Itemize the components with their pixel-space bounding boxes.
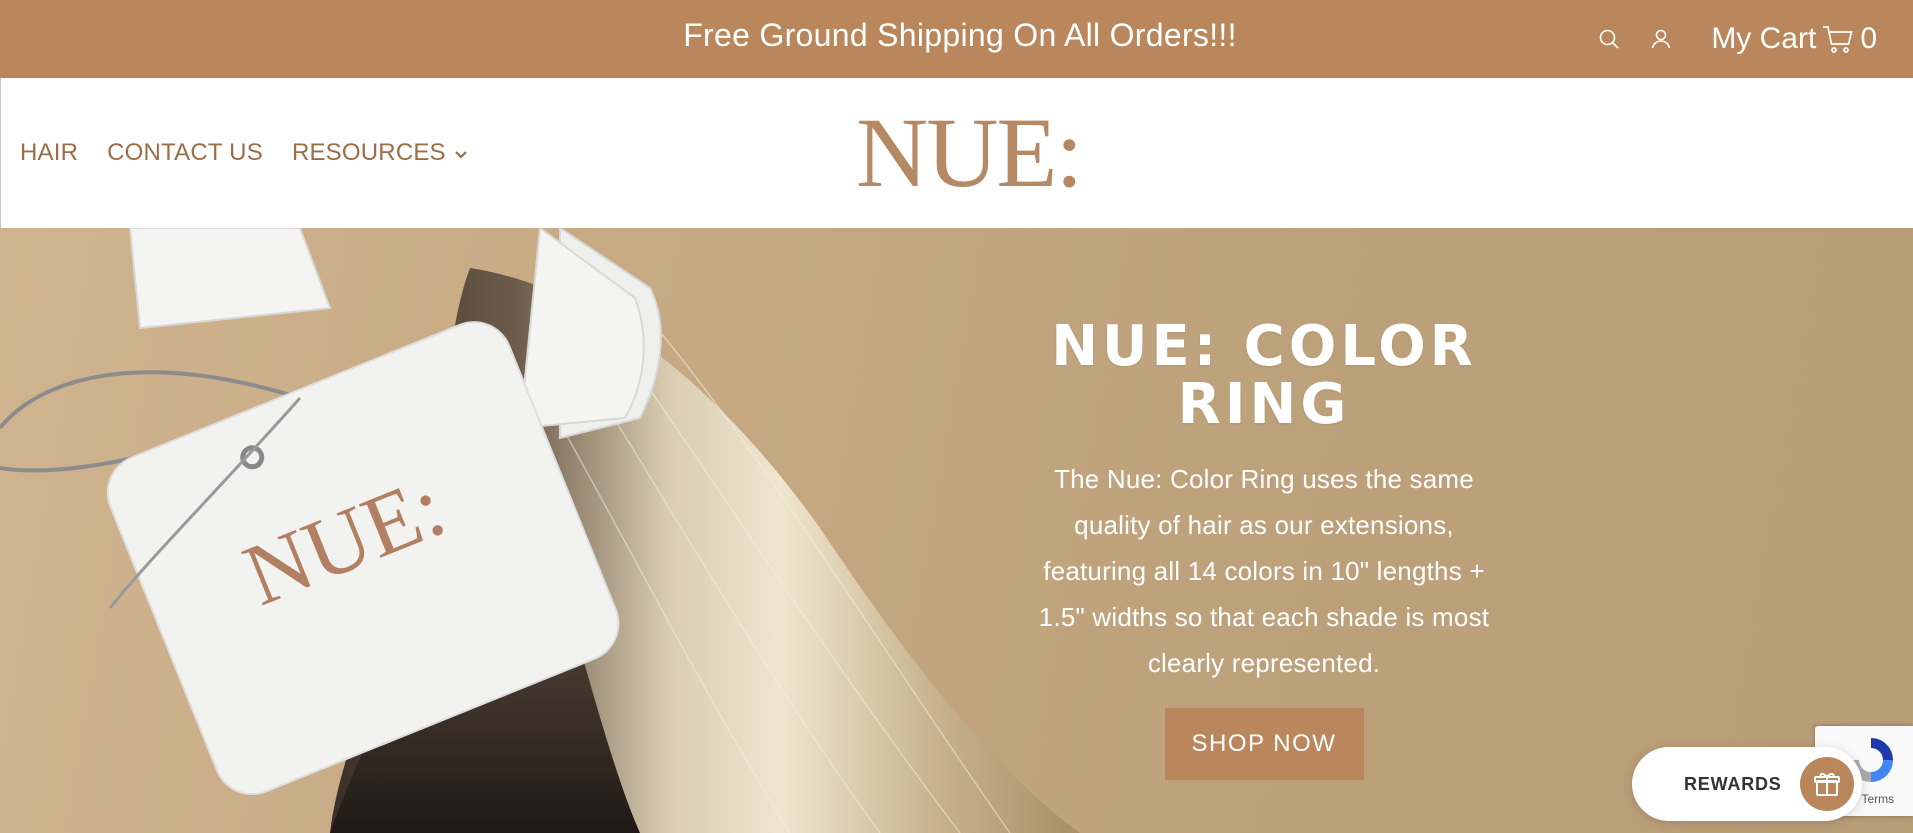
account-icon[interactable] <box>1647 25 1675 53</box>
hero-banner: NUE: NUE: COLOR RING The Nue: Color Ring… <box>0 228 1913 833</box>
chevron-down-icon <box>454 139 468 167</box>
main-nav: HAIR CONTACT US RESOURCES <box>20 78 468 228</box>
site-header: HAIR CONTACT US RESOURCES NUE: <box>0 78 1913 228</box>
announcement-bar: Free Ground Shipping On All Orders!!! My… <box>0 0 1913 78</box>
cart-link[interactable]: My Cart 0 <box>1711 22 1877 56</box>
search-icon[interactable] <box>1595 25 1623 53</box>
rewards-label: REWARDS <box>1684 773 1782 794</box>
nav-item-contact-us[interactable]: CONTACT US <box>107 139 263 167</box>
hero-image: NUE: <box>0 228 1080 833</box>
hero-content: NUE: COLOR RING The Nue: Color Ring uses… <box>1038 318 1490 780</box>
nav-item-label: HAIR <box>20 139 79 166</box>
cart-icon <box>1822 24 1854 54</box>
site-logo[interactable]: NUE: <box>856 98 1083 208</box>
hero-title: NUE: COLOR RING <box>1051 314 1477 437</box>
utility-nav: My Cart 0 <box>1571 0 1877 78</box>
gift-icon <box>1800 757 1854 811</box>
hero-description: The Nue: Color Ring uses the same qualit… <box>1038 464 1490 678</box>
nav-item-resources[interactable]: RESOURCES <box>292 139 468 167</box>
nav-item-hair[interactable]: HAIR <box>20 139 78 167</box>
cart-label: My Cart <box>1711 22 1817 55</box>
shop-now-button[interactable]: SHOP NOW <box>1164 708 1364 780</box>
nav-item-label: RESOURCES <box>291 139 446 166</box>
nav-item-label: CONTACT US <box>107 139 263 166</box>
rewards-launcher[interactable]: REWARDS <box>1632 747 1862 821</box>
cart-count: 0 <box>1860 22 1877 55</box>
